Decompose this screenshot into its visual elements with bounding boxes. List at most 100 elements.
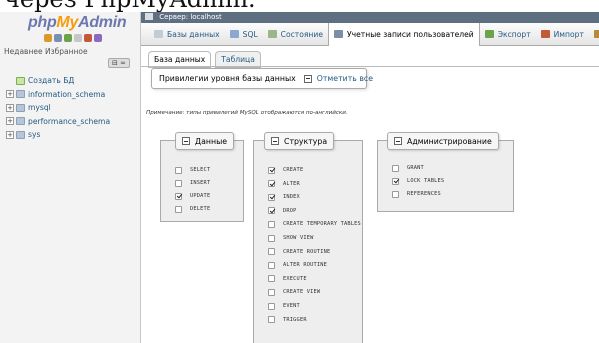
privilege-name: TRIGGER <box>283 316 307 323</box>
database-label: mysql <box>28 103 51 113</box>
privilege-name: INSERT <box>190 180 211 186</box>
privilege-delete[interactable]: DELETE <box>175 204 210 214</box>
privilege-name: UPDATE <box>190 193 211 199</box>
database-item-information-schema[interactable]: + information_schema <box>6 88 110 102</box>
quick-icon-2[interactable] <box>54 34 62 42</box>
privilege-checkbox[interactable] <box>268 316 275 324</box>
structure-group-legend[interactable]: Структура <box>264 132 335 150</box>
tab-6[interactable]: Импорт <box>536 23 589 46</box>
privilege-name: EVENT <box>283 303 300 309</box>
privilege-event[interactable]: EVENT <box>268 301 300 311</box>
data-group-toggle-icon[interactable] <box>182 137 190 145</box>
check-all-checkbox-icon[interactable] <box>303 74 312 83</box>
privilege-checkbox[interactable] <box>268 193 275 201</box>
privilege-name: CREATE TEMPORARY TABLES <box>283 221 361 228</box>
privilege-checkbox[interactable] <box>268 302 275 310</box>
quick-icon-5[interactable] <box>84 34 92 42</box>
tab-4[interactable]: Учетные записи пользователей <box>328 22 480 46</box>
expand-icon[interactable]: + <box>6 130 14 139</box>
privilege-create-view[interactable]: CREATE VIEW <box>268 287 320 297</box>
quick-icons <box>44 34 102 42</box>
privilege-checkbox[interactable] <box>268 288 275 296</box>
admin-group-title: Администрирование <box>407 136 492 146</box>
tab-icon <box>593 30 599 38</box>
database-item-mysql[interactable]: + mysql <box>6 101 110 115</box>
structure-group-toggle-icon[interactable] <box>271 137 279 145</box>
database-item-performance-schema[interactable]: + performance_schema <box>6 115 110 129</box>
privilege-name: LOCK TABLES <box>407 178 445 184</box>
privilege-show-view[interactable]: SHOW VIEW <box>268 233 314 243</box>
privilege-checkbox[interactable] <box>268 234 275 242</box>
privilege-update[interactable]: UPDATE <box>175 191 210 201</box>
privilege-trigger[interactable]: TRIGGER <box>268 315 307 325</box>
subtab-divider <box>141 66 599 67</box>
privileges-header: Привилегии уровня базы данных Отметить в… <box>151 68 373 89</box>
privilege-checkbox[interactable] <box>175 192 182 200</box>
privilege-insert[interactable]: INSERT <box>175 178 210 188</box>
quick-icon-1[interactable] <box>44 34 52 42</box>
privilege-checkbox[interactable] <box>268 275 275 283</box>
quick-icon-3[interactable] <box>64 34 72 42</box>
tab-label: SQL <box>242 29 258 39</box>
privilege-execute[interactable]: EXECUTE <box>268 274 307 284</box>
tab-label: Экспорт <box>497 29 531 39</box>
structure-group-title: Структура <box>284 136 328 146</box>
recent-link[interactable]: Недавнее <box>4 47 43 56</box>
tab-1[interactable]: Базы данных <box>149 23 225 46</box>
admin-privileges-group: Администрирование GRANT LOCK TABLES REFERE… <box>377 132 514 212</box>
expand-icon[interactable]: + <box>6 90 14 99</box>
data-group-legend[interactable]: Данные <box>175 132 235 150</box>
expand-icon[interactable]: + <box>6 117 14 126</box>
admin-group-legend[interactable]: Администрирование <box>387 132 499 150</box>
privilege-checkbox[interactable] <box>175 205 182 213</box>
tab-5[interactable]: Экспорт <box>480 23 536 46</box>
collapse-all-button[interactable]: ⊟ ∞ <box>108 58 130 68</box>
privilege-name: DROP <box>283 207 297 214</box>
privilege-checkbox[interactable] <box>268 180 275 188</box>
admin-group-toggle-icon[interactable] <box>394 137 402 145</box>
main-tabs: Базы данных SQL Состояние Учетные записи по… <box>141 22 599 46</box>
privilege-create-temporary-tables[interactable]: CREATE TEMPORARY TABLES <box>268 219 361 229</box>
tab-2[interactable]: SQL <box>225 23 263 46</box>
privilege-checkbox[interactable] <box>392 164 399 172</box>
privilege-lock-tables[interactable]: LOCK TABLES <box>392 176 444 186</box>
expand-icon[interactable]: + <box>6 103 14 112</box>
tab-7[interactable]: Н <box>589 23 599 46</box>
privilege-index[interactable]: INDEX <box>268 192 300 202</box>
privilege-create[interactable]: CREATE <box>268 165 303 175</box>
privilege-checkbox[interactable] <box>268 166 275 174</box>
privilege-create-routine[interactable]: CREATE ROUTINE <box>268 247 330 257</box>
privilege-checkbox[interactable] <box>268 248 275 256</box>
privilege-alter[interactable]: ALTER <box>268 179 300 189</box>
phpmyadmin-logo[interactable]: phpMyAdmin <box>28 14 127 32</box>
privilege-checkbox[interactable] <box>175 166 182 174</box>
privilege-checkbox[interactable] <box>175 179 182 187</box>
privilege-name: REFERENCES <box>407 191 441 197</box>
database-icon <box>16 90 25 99</box>
privilege-alter-routine[interactable]: ALTER ROUTINE <box>268 260 327 270</box>
quick-icon-4[interactable] <box>74 34 82 42</box>
privilege-grant[interactable]: GRANT <box>392 163 424 173</box>
create-database-item[interactable]: Создать БД <box>6 74 110 88</box>
privilege-checkbox[interactable] <box>268 261 275 269</box>
privilege-checkbox[interactable] <box>268 207 275 215</box>
quick-icon-6[interactable] <box>94 34 102 42</box>
privilege-checkbox[interactable] <box>268 220 275 228</box>
privilege-checkbox[interactable] <box>392 190 399 198</box>
privilege-references[interactable]: REFERENCES <box>392 189 441 199</box>
server-label[interactable]: Сервер: localhost <box>159 13 222 21</box>
privileges-note: Примечание: типы привилегий MySQL отобра… <box>146 110 348 116</box>
favorites-link[interactable]: Избранное <box>45 47 88 56</box>
tab-icon <box>229 30 239 38</box>
privilege-select[interactable]: SELECT <box>175 165 210 175</box>
tab-icon <box>484 30 494 38</box>
tab-label: Состояние <box>280 29 324 39</box>
database-label: information_schema <box>28 89 106 99</box>
privilege-checkbox[interactable] <box>392 177 399 185</box>
check-all-label[interactable]: Отметить все <box>317 74 373 83</box>
privilege-drop[interactable]: DROP <box>268 206 297 216</box>
tab-3[interactable]: Состояние <box>263 23 328 46</box>
database-item-sys[interactable]: + sys <box>6 128 110 142</box>
check-all-toggle[interactable]: Отметить все <box>303 74 373 83</box>
collapse-panel-icon[interactable] <box>145 13 153 20</box>
